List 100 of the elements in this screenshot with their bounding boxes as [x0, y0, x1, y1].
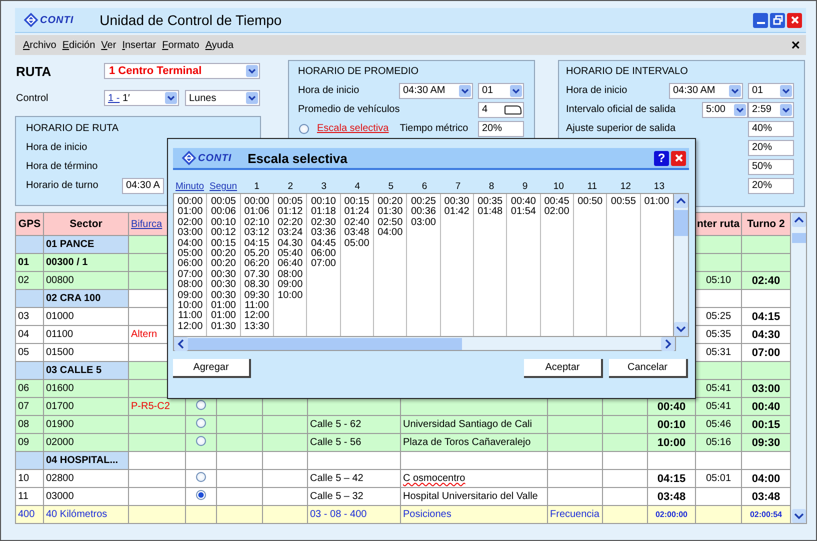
table-cell: 400	[16, 506, 44, 524]
table-cell: 05:01	[696, 470, 742, 488]
table-cell: 02:00:54	[742, 506, 790, 524]
radio-button[interactable]	[196, 418, 206, 428]
column-header[interactable]: Minuto	[173, 181, 207, 193]
time-value: 03:36	[310, 228, 336, 239]
field-label: Ajuste superior de salida	[566, 123, 676, 134]
radio-button[interactable]	[196, 472, 206, 482]
table-cell: 07:00	[742, 344, 790, 362]
table-cell: 09:30	[742, 434, 790, 452]
caret-icon	[734, 104, 746, 116]
diamond-logo-icon	[23, 12, 39, 28]
column-header[interactable]: Segun	[206, 181, 240, 193]
scale-link[interactable]: Escala selectiva	[317, 123, 389, 134]
radio-button[interactable]	[299, 124, 309, 134]
help-button[interactable]: ?	[654, 150, 669, 166]
time-value: 05:40	[278, 249, 303, 260]
time-value: 01:54	[510, 207, 536, 218]
percent-field[interactable]: 20%	[748, 178, 794, 194]
interval-dropdown[interactable]: 5:00	[702, 102, 748, 118]
caret-icon	[510, 84, 522, 96]
scroll-down-icon[interactable]	[792, 509, 806, 523]
close-button[interactable]	[787, 12, 802, 28]
menu-item[interactable]: Ver	[101, 40, 116, 50]
accept-button[interactable]: Aceptar	[524, 359, 603, 378]
maximize-button[interactable]	[770, 12, 785, 28]
time-value: 02:40	[344, 218, 370, 228]
time-value: 04:00	[178, 238, 203, 249]
time-value: 09:00	[278, 280, 303, 291]
time-value: 07:00	[178, 270, 203, 280]
scroll-up-icon[interactable]	[674, 194, 688, 208]
time-value: 02:10	[244, 218, 270, 228]
day-dropdown[interactable]: Lunes	[185, 90, 260, 106]
radio-button[interactable]	[196, 490, 206, 500]
route-dropdown[interactable]: 1 Centro Terminal	[104, 63, 260, 79]
time-value: 01:00	[210, 311, 236, 322]
percent-field[interactable]: 40%	[748, 120, 794, 136]
time-value: 00:10	[310, 197, 336, 207]
start-time-dropdown[interactable]: 04:30 AM	[669, 82, 743, 98]
interval-dropdown[interactable]: 2:59	[748, 102, 794, 118]
radio-button[interactable]	[196, 400, 206, 410]
menu-item[interactable]: Ayuda	[205, 40, 234, 50]
time-value: 02:30	[310, 218, 336, 228]
column-header: 5	[387, 181, 395, 193]
logo-text: CONTI	[40, 14, 74, 26]
menu-item[interactable]: Insertar	[122, 40, 156, 50]
table-cell: 09	[16, 434, 44, 452]
index-dropdown[interactable]: 01	[478, 82, 524, 98]
start-time-dropdown[interactable]: 04:30 AM	[399, 82, 473, 98]
caret-icon	[459, 84, 471, 96]
caret-icon	[780, 104, 792, 116]
time-value: 01:00	[210, 301, 236, 312]
cancel-button[interactable]: Cancelar	[609, 359, 688, 378]
table-cell: 03	[16, 308, 44, 326]
field-label: Tiempo métrico	[400, 123, 468, 134]
scroll-down-icon[interactable]	[674, 322, 688, 336]
column-header: Turno 2	[742, 212, 790, 236]
table-cell: 07	[16, 398, 44, 416]
bus-icon	[504, 104, 522, 114]
menu-item[interactable]: Archivo	[23, 40, 56, 50]
column-header: GPS	[16, 212, 44, 236]
time-value: 06:00	[310, 249, 336, 260]
time-value: 10:00	[278, 290, 303, 302]
metric-field[interactable]: 20%	[478, 120, 524, 136]
close-button[interactable]	[671, 150, 686, 166]
vertical-scrollbar[interactable]	[791, 212, 807, 524]
time-value: 05:00	[344, 238, 370, 250]
time-value: 03:24	[278, 228, 303, 239]
table-cell: 00:15	[742, 416, 790, 434]
vehicles-field[interactable]: 4	[478, 102, 524, 118]
horizontal-scrollbar[interactable]	[173, 337, 676, 351]
scroll-right-icon[interactable]	[661, 336, 675, 350]
scroll-thumb[interactable]	[792, 233, 806, 243]
vertical-scrollbar[interactable]	[674, 193, 689, 337]
scroll-up-icon[interactable]	[792, 213, 806, 227]
time-value: 04.30	[278, 238, 303, 249]
field-label: Promedio de vehículos	[298, 104, 400, 115]
menu-item[interactable]: Formato	[162, 40, 200, 50]
scroll-thumb[interactable]	[674, 210, 688, 236]
percent-field[interactable]: 50%	[748, 158, 794, 174]
time-value: 03:48	[344, 228, 370, 239]
table-cell: 05:25	[696, 308, 742, 326]
add-button[interactable]: Agregar	[173, 359, 251, 378]
close-menu-button[interactable]: ×	[791, 36, 800, 54]
radio-button[interactable]	[196, 436, 206, 446]
table-cell: 03 - 08 - 400	[308, 506, 400, 524]
scroll-thumb[interactable]	[188, 338, 462, 350]
menu-item[interactable]: Edición	[62, 40, 96, 50]
percent-field[interactable]: 20%	[748, 140, 794, 156]
time-value: 06:00	[178, 259, 203, 270]
time-value: 01:30	[210, 322, 236, 332]
time-value: 00:20	[378, 197, 403, 207]
index-dropdown[interactable]: 01	[748, 82, 794, 98]
time-value: 00:12	[210, 228, 236, 239]
time-field[interactable]: 04:30 A	[122, 178, 164, 194]
scroll-left-icon[interactable]	[174, 336, 188, 350]
table-cell: 06	[16, 380, 44, 398]
minimize-button[interactable]	[753, 12, 768, 28]
control-dropdown[interactable]: 1 - 1′	[104, 90, 179, 106]
field-label: Horario de turno	[26, 180, 100, 191]
